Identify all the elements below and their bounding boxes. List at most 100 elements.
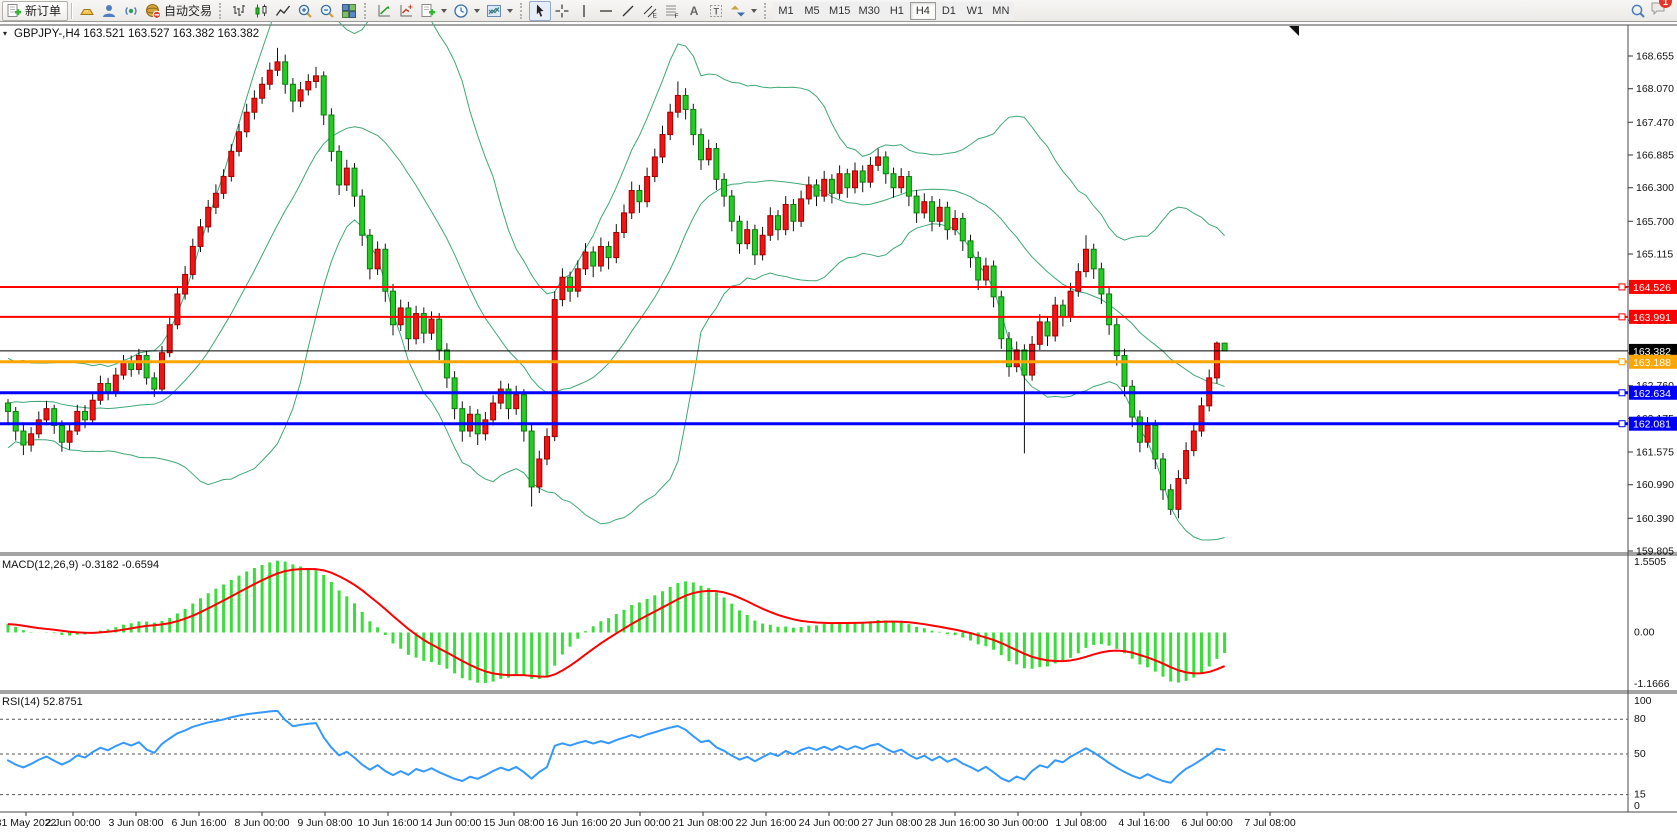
- cursor-tool-button[interactable]: [529, 1, 551, 21]
- svg-text:6 Jun 16:00: 6 Jun 16:00: [172, 817, 227, 829]
- svg-text:165.115: 165.115: [1636, 248, 1673, 260]
- periods-button[interactable]: [450, 1, 483, 21]
- svg-text:4 Jul 16:00: 4 Jul 16:00: [1118, 817, 1170, 829]
- svg-text:30 Jun 00:00: 30 Jun 00:00: [988, 817, 1049, 829]
- zoom-in-button[interactable]: [294, 1, 316, 21]
- zoom-out-button[interactable]: [316, 1, 338, 21]
- text-tool-icon: A: [690, 4, 699, 18]
- svg-text:F: F: [675, 13, 679, 19]
- svg-text:+: +: [408, 3, 413, 12]
- tile-windows-button[interactable]: [338, 1, 360, 21]
- svg-text:8 Jun 00:00: 8 Jun 00:00: [235, 817, 290, 829]
- clock-icon: [453, 3, 469, 19]
- arrows-tool-button[interactable]: [727, 1, 760, 21]
- timeframe-h4-button[interactable]: H4: [910, 2, 936, 20]
- line-chart-icon: [275, 3, 291, 19]
- new-order-button[interactable]: 新订单: [2, 1, 68, 21]
- svg-text:16 Jun 16:00: 16 Jun 16:00: [547, 817, 608, 829]
- horizontal-line-tool-button[interactable]: [595, 1, 617, 21]
- svg-text:27 Jun 08:00: 27 Jun 08:00: [862, 817, 923, 829]
- chart-template-icon: [486, 3, 502, 19]
- add-indicator-icon: [420, 3, 436, 19]
- svg-text:166.885: 166.885: [1636, 149, 1674, 161]
- search-icon: [1630, 3, 1646, 19]
- notification-badge: 1: [1659, 0, 1672, 8]
- equidistant-channel-icon: E: [642, 3, 658, 19]
- vertical-line-tool-button[interactable]: [573, 1, 595, 21]
- svg-text:168.070: 168.070: [1636, 83, 1674, 95]
- svg-text:1 Jul 08:00: 1 Jul 08:00: [1055, 817, 1107, 829]
- cursor-icon: [532, 3, 548, 19]
- timeframe-m1-button[interactable]: M1: [773, 2, 799, 20]
- price-tags[interactable]: 164.526163.991163.382163.188162.634162.0…: [1629, 280, 1677, 431]
- candlestick-chart-icon: [253, 3, 269, 19]
- search-button[interactable]: [1627, 1, 1649, 21]
- svg-text:9 Jun 08:00: 9 Jun 08:00: [298, 817, 353, 829]
- timeframe-m5-button[interactable]: M5: [799, 2, 825, 20]
- macd-histogram: [8, 561, 1225, 683]
- notifications[interactable]: 1: [1649, 0, 1667, 22]
- toolbar-grip: [520, 3, 525, 19]
- separator: [71, 3, 73, 19]
- svg-text:160.390: 160.390: [1636, 513, 1674, 525]
- indicator-window-button[interactable]: [373, 1, 395, 21]
- timeframe-m30-button[interactable]: M30: [854, 2, 883, 20]
- arrows-icon: [730, 3, 746, 19]
- add-indicator-button[interactable]: [417, 1, 450, 21]
- auto-trading-globe-icon: [145, 3, 161, 19]
- svg-text:168.655: 168.655: [1636, 51, 1674, 63]
- svg-text:50: 50: [1634, 748, 1646, 760]
- svg-text:100: 100: [1634, 695, 1652, 707]
- bar-chart-button[interactable]: [228, 1, 250, 21]
- svg-text:163.188: 163.188: [1633, 357, 1671, 369]
- templates-button[interactable]: [483, 1, 516, 21]
- gold-button[interactable]: [76, 1, 98, 21]
- fibonacci-tool-button[interactable]: F: [661, 1, 683, 21]
- toolbar-grip: [764, 3, 769, 19]
- symbol-dropdown-icon[interactable]: ▾: [3, 29, 7, 38]
- timeframe-h1-button[interactable]: H1: [884, 2, 910, 20]
- macd-indicator-label: MACD(12,26,9) -0.3182 -0.6594: [2, 559, 159, 571]
- svg-text:1.5505: 1.5505: [1634, 556, 1666, 568]
- horizontal-line-icon: [598, 3, 614, 19]
- svg-text:166.300: 166.300: [1636, 182, 1674, 194]
- svg-text:14 Jun 00:00: 14 Jun 00:00: [421, 817, 482, 829]
- signal-button[interactable]: [120, 1, 142, 21]
- dropdown-caret-icon: [474, 9, 480, 13]
- timeframe-m15-button[interactable]: M15: [825, 2, 854, 20]
- svg-text:160.990: 160.990: [1636, 479, 1674, 491]
- auto-trading-button[interactable]: 自动交易: [142, 1, 215, 21]
- time-axis: 31 May 20222 Jun 00:003 Jun 08:006 Jun 1…: [0, 812, 1296, 829]
- rsi-indicator-label: RSI(14) 52.8751: [2, 696, 83, 708]
- text-tool-button[interactable]: A: [683, 1, 705, 21]
- vertical-line-icon: [576, 3, 592, 19]
- horizontal-lines[interactable]: [0, 284, 1628, 427]
- chart-title: GBPJPY-,H4 163.521 163.527 163.382 163.3…: [14, 28, 259, 40]
- accounts-button[interactable]: [98, 1, 120, 21]
- candlestick-chart-button[interactable]: [250, 1, 272, 21]
- svg-text:-1.1666: -1.1666: [1634, 678, 1670, 690]
- svg-text:0.00: 0.00: [1634, 626, 1655, 638]
- indicator-add-window-button[interactable]: +: [395, 1, 417, 21]
- svg-text:162.081: 162.081: [1633, 419, 1671, 431]
- indicator-up-icon: [376, 3, 392, 19]
- timeframe-w1-button[interactable]: W1: [962, 2, 988, 20]
- crosshair-tool-button[interactable]: [551, 1, 573, 21]
- toolbar: 新订单 自动交易 +: [0, 0, 1677, 22]
- chart-canvas: 168.655168.070167.470166.885166.300165.7…: [0, 0, 1677, 833]
- chart-shift-marker-icon[interactable]: [1289, 26, 1299, 36]
- new-order-label: 新订单: [25, 2, 61, 19]
- svg-text:15 Jun 08:00: 15 Jun 08:00: [484, 817, 545, 829]
- zoom-out-icon: [319, 3, 335, 19]
- timeframe-d1-button[interactable]: D1: [936, 2, 962, 20]
- channel-tool-button[interactable]: E: [639, 1, 661, 21]
- svg-text:2 Jun 00:00: 2 Jun 00:00: [46, 817, 101, 829]
- svg-text:T: T: [714, 6, 720, 16]
- text-label-icon: T: [708, 3, 724, 19]
- line-chart-button[interactable]: [272, 1, 294, 21]
- trendline-tool-button[interactable]: [617, 1, 639, 21]
- fibonacci-icon: F: [664, 3, 680, 19]
- bar-chart-icon: [231, 3, 247, 19]
- timeframe-mn-button[interactable]: MN: [988, 2, 1014, 20]
- text-label-tool-button[interactable]: T: [705, 1, 727, 21]
